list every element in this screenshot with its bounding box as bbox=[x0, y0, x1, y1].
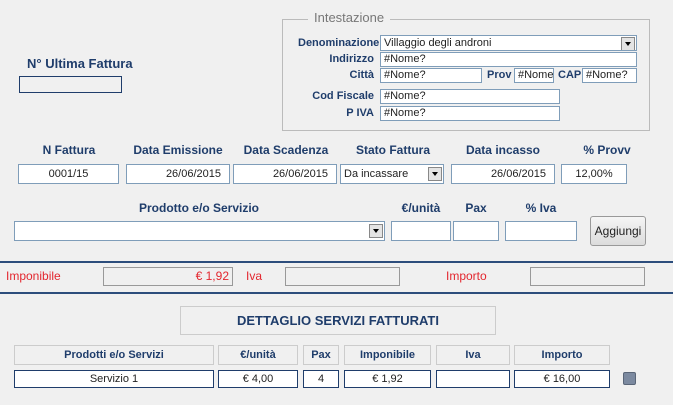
piva-field[interactable]: #Nome? bbox=[380, 106, 560, 121]
header-prodotti: Prodotti e/o Servizi bbox=[14, 345, 214, 365]
row-delete-button[interactable] bbox=[623, 372, 636, 385]
importo-total-field bbox=[530, 267, 645, 286]
stato-fattura-label: Stato Fattura bbox=[355, 143, 430, 157]
data-incasso-field[interactable]: 26/06/2015 bbox=[451, 164, 555, 184]
eur-unita-field[interactable] bbox=[391, 221, 451, 241]
citta-label: Città bbox=[349, 69, 374, 81]
header-importo: Importo bbox=[514, 345, 610, 365]
row-imponibile[interactable]: € 1,92 bbox=[344, 370, 431, 388]
row-pax[interactable]: 4 bbox=[303, 370, 339, 388]
header-iva: Iva bbox=[436, 345, 510, 365]
intestazione-legend: Intestazione bbox=[308, 10, 391, 25]
data-scadenza-field[interactable]: 26/06/2015 bbox=[233, 164, 337, 184]
provv-field[interactable]: 12,00% bbox=[561, 164, 627, 184]
aggiungi-button[interactable]: Aggiungi bbox=[590, 216, 646, 246]
cap-label: CAP bbox=[558, 69, 582, 81]
citta-field[interactable]: #Nome? bbox=[380, 68, 482, 83]
codfiscale-label: Cod Fiscale bbox=[312, 90, 374, 102]
divider-bottom bbox=[0, 292, 673, 294]
pax-label: Pax bbox=[465, 201, 487, 215]
chevron-down-icon[interactable] bbox=[369, 224, 383, 238]
prov-field[interactable]: #Nome bbox=[514, 68, 554, 83]
imponibile-label: Imponibile bbox=[6, 269, 61, 283]
eur-unita-label: €/unità bbox=[401, 201, 441, 215]
chevron-down-icon[interactable] bbox=[621, 37, 635, 50]
denominazione-value: Villaggio degli androni bbox=[384, 37, 492, 49]
ultima-fattura-field[interactable] bbox=[19, 76, 122, 93]
imponibile-total-field: € 1,92 bbox=[103, 267, 233, 286]
indirizzo-field[interactable]: #Nome? bbox=[380, 52, 637, 67]
provv-label: % Provv bbox=[583, 143, 631, 157]
cap-field[interactable]: #Nome? bbox=[582, 68, 637, 83]
codfiscale-field[interactable]: #Nome? bbox=[380, 89, 560, 104]
data-scadenza-label: Data Scadenza bbox=[243, 143, 329, 157]
piva-label: P IVA bbox=[346, 107, 374, 119]
denominazione-select[interactable]: Villaggio degli androni bbox=[380, 35, 637, 51]
header-pax: Pax bbox=[303, 345, 339, 365]
pax-field[interactable] bbox=[453, 221, 499, 241]
iva-pct-field[interactable] bbox=[505, 221, 577, 241]
prov-label: Prov bbox=[487, 69, 512, 81]
dettaglio-title: DETTAGLIO SERVIZI FATTURATI bbox=[180, 306, 496, 335]
data-incasso-label: Data incasso bbox=[465, 143, 541, 157]
header-imponibile: Imponibile bbox=[344, 345, 431, 365]
n-fattura-field[interactable]: 0001/15 bbox=[18, 164, 119, 184]
ultima-fattura-label: N° Ultima Fattura bbox=[27, 56, 133, 71]
row-prodotto[interactable]: Servizio 1 bbox=[14, 370, 214, 388]
n-fattura-label: N Fattura bbox=[42, 143, 96, 157]
iva-total-label: Iva bbox=[246, 269, 263, 283]
data-emissione-field[interactable]: 26/06/2015 bbox=[126, 164, 230, 184]
prodotto-label: Prodotto e/o Servizio bbox=[138, 201, 259, 215]
stato-fattura-select[interactable]: Da incassare bbox=[340, 164, 444, 184]
chevron-down-icon[interactable] bbox=[428, 167, 442, 181]
prodotto-select[interactable] bbox=[14, 221, 385, 241]
row-eur-unita[interactable]: € 4,00 bbox=[218, 370, 298, 388]
indirizzo-label: Indirizzo bbox=[329, 53, 374, 65]
data-emissione-label: Data Emissione bbox=[133, 143, 223, 157]
importo-total-label: Importo bbox=[446, 269, 487, 283]
iva-pct-label: % Iva bbox=[525, 201, 557, 215]
header-eur-unita: €/unità bbox=[218, 345, 298, 365]
divider-top bbox=[0, 261, 673, 263]
row-importo[interactable]: € 16,00 bbox=[514, 370, 610, 388]
stato-fattura-value: Da incassare bbox=[344, 168, 409, 180]
row-iva[interactable] bbox=[436, 370, 510, 388]
denominazione-label: Denominazione bbox=[298, 37, 380, 49]
iva-total-field bbox=[285, 267, 400, 286]
